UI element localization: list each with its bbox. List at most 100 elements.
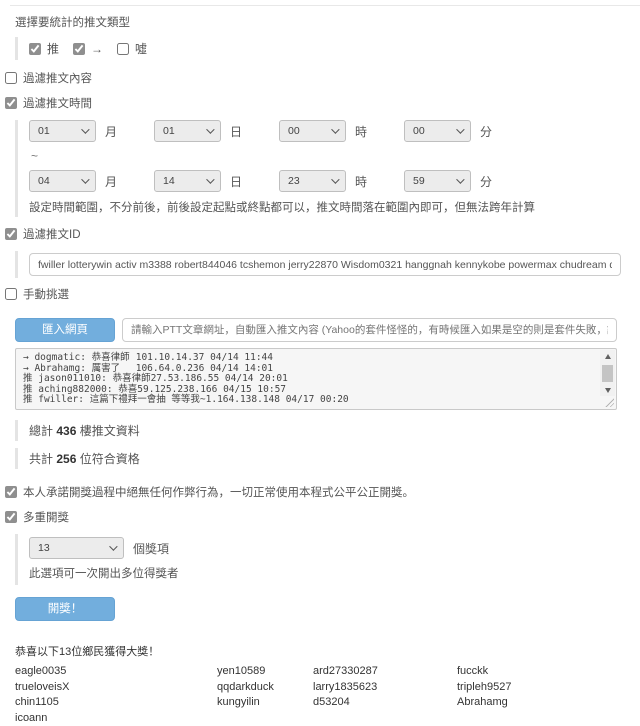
end-month-value: 04 xyxy=(38,175,50,187)
scrollbar-up-icon[interactable] xyxy=(600,350,615,362)
multi-draw-note: 此選項可一次開出多位得獎者 xyxy=(29,565,640,583)
qualified-label: 共計 xyxy=(29,452,53,466)
winner-name: eagle0035 xyxy=(15,664,217,680)
pledge-checkbox[interactable] xyxy=(5,486,17,498)
winners-grid: eagle0035 yen10589 ard27330287 fucckk tr… xyxy=(15,664,640,726)
scrollbar-down-icon[interactable] xyxy=(600,384,615,396)
scrollbar-thumb[interactable] xyxy=(602,365,613,382)
filter-time-row: 過濾推文時間 xyxy=(5,95,640,111)
month-unit-label: 月 xyxy=(105,173,117,190)
end-month-select[interactable]: 04 xyxy=(29,170,96,192)
chevron-down-icon xyxy=(206,125,214,133)
total-label: 總計 xyxy=(29,424,53,438)
comment-text: → dogmatic: 恭喜律師 xyxy=(23,353,130,364)
end-minute-select[interactable]: 59 xyxy=(404,170,471,192)
boo-checkbox[interactable] xyxy=(117,43,129,55)
filter-content-label: 過濾推文內容 xyxy=(23,70,92,86)
filter-content-checkbox[interactable] xyxy=(5,72,17,84)
hour-unit-label: 時 xyxy=(355,173,367,190)
push-checkbox[interactable] xyxy=(29,43,41,55)
end-day-select[interactable]: 14 xyxy=(154,170,221,192)
start-month-select[interactable]: 01 xyxy=(29,120,96,142)
end-day-value: 14 xyxy=(163,175,175,187)
day-unit-label: 日 xyxy=(230,123,242,140)
minute-unit-label: 分 xyxy=(480,173,492,190)
filter-time-label: 過濾推文時間 xyxy=(23,95,92,111)
chevron-down-icon xyxy=(456,125,464,133)
arrow-checkbox-label: → xyxy=(91,42,103,56)
winner-name: icoann xyxy=(15,711,217,726)
end-minute-value: 59 xyxy=(413,175,425,187)
comments-textarea[interactable]: → dogmatic: 恭喜律師 101.10.14.37 04/14 11:4… xyxy=(15,348,617,410)
push-type-label: 選擇要統計的推文類型 xyxy=(15,14,640,30)
pledge-row: 本人承諾開獎過程中絕無任何作弊行為，一切正常使用本程式公平公正開獎。 xyxy=(5,484,640,500)
minute-unit-label: 分 xyxy=(480,123,492,140)
total-count-line: 總計 436 樓推文資料 xyxy=(15,420,640,441)
end-hour-value: 23 xyxy=(288,175,300,187)
push-type-option: → xyxy=(73,42,103,56)
start-month-value: 01 xyxy=(38,125,50,137)
id-filter-input[interactable] xyxy=(29,253,621,276)
lottery-helper-page: 選擇要統計的推文類型 推 → 噓 過濾推文內容 過濾推文時間 01 xyxy=(0,0,640,513)
multi-draw-section: 13 個獎項 此選項可一次開出多位得獎者 xyxy=(15,534,640,585)
day-unit-label: 日 xyxy=(230,173,242,190)
time-start-row: 01 月 01 日 00 時 00 分 xyxy=(29,120,640,142)
start-day-value: 01 xyxy=(163,125,175,137)
push-type-section: 推 → 噓 xyxy=(15,37,640,60)
month-unit-label: 月 xyxy=(105,123,117,140)
winner-name: tripleh9527 xyxy=(457,680,640,696)
start-minute-select[interactable]: 00 xyxy=(404,120,471,142)
multi-draw-label: 多重開獎 xyxy=(23,509,69,525)
prize-count-value: 13 xyxy=(38,542,50,554)
draw-button[interactable]: 開獎！ xyxy=(15,597,115,621)
import-row: 匯入網頁 xyxy=(15,318,617,342)
qualified-count-line: 共計 256 位符合資格 xyxy=(15,448,640,469)
winner-name: qqdarkduck xyxy=(217,680,313,696)
article-url-input[interactable] xyxy=(122,318,617,342)
comment-text: 推 fwiller: 這篇下禮拜一會抽 等等我~ xyxy=(23,395,206,406)
manual-pick-label: 手動挑選 xyxy=(23,286,69,302)
comment-line: → dogmatic: 恭喜律師 101.10.14.37 04/14 11:4… xyxy=(23,353,273,364)
comment-ip-time: 1.164.138.148 04/17 00:20 xyxy=(206,395,349,406)
resize-grip-icon[interactable] xyxy=(604,397,614,407)
chevron-down-icon xyxy=(81,175,89,183)
winner-name: kungyilin xyxy=(217,695,313,711)
filter-id-checkbox[interactable] xyxy=(5,228,17,240)
prize-count-select[interactable]: 13 xyxy=(29,537,124,559)
qualified-unit: 位符合資格 xyxy=(80,452,140,466)
start-hour-select[interactable]: 00 xyxy=(279,120,346,142)
time-filter-section: 01 月 01 日 00 時 00 分 ~ 04 xyxy=(15,120,640,217)
winner-name: larry1835623 xyxy=(313,680,457,696)
winner-name: d53204 xyxy=(313,695,457,711)
prize-count-row: 13 個獎項 xyxy=(29,537,640,559)
push-type-option: 推 xyxy=(29,40,59,57)
start-day-select[interactable]: 01 xyxy=(154,120,221,142)
comment-ip-time: 101.10.14.37 04/14 11:44 xyxy=(136,353,273,364)
prize-unit-label: 個獎項 xyxy=(133,540,169,557)
comment-line: 推 fwiller: 這篇下禮拜一會抽 等等我~ 1.164.138.148 0… xyxy=(23,395,273,406)
multi-draw-row: 多重開獎 xyxy=(5,509,640,525)
winner-name: yen10589 xyxy=(217,664,313,680)
scrollbar[interactable] xyxy=(600,350,615,396)
import-webpage-button[interactable]: 匯入網頁 xyxy=(15,318,115,342)
manual-pick-checkbox[interactable] xyxy=(5,288,17,300)
id-filter-section xyxy=(15,251,640,278)
end-hour-select[interactable]: 23 xyxy=(279,170,346,192)
chevron-down-icon xyxy=(206,175,214,183)
start-hour-value: 00 xyxy=(288,125,300,137)
total-unit: 樓推文資料 xyxy=(80,424,140,438)
filter-id-label: 過濾推文ID xyxy=(23,226,81,242)
filter-content-row: 過濾推文內容 xyxy=(5,70,640,86)
chevron-down-icon xyxy=(81,125,89,133)
chevron-down-icon xyxy=(456,175,464,183)
chevron-down-icon xyxy=(331,175,339,183)
winners-header: 恭喜以下13位鄉民獲得大獎！ xyxy=(15,643,640,659)
qualified-value: 256 xyxy=(56,452,76,466)
winner-name: Abrahamg xyxy=(457,695,640,711)
arrow-checkbox[interactable] xyxy=(73,43,85,55)
pledge-label: 本人承諾開獎過程中絕無任何作弊行為，一切正常使用本程式公平公正開獎。 xyxy=(23,484,414,500)
start-minute-value: 00 xyxy=(413,125,425,137)
winner-name: fucckk xyxy=(457,664,640,680)
winner-name: trueloveisX xyxy=(15,680,217,696)
filter-time-checkbox[interactable] xyxy=(5,97,17,109)
